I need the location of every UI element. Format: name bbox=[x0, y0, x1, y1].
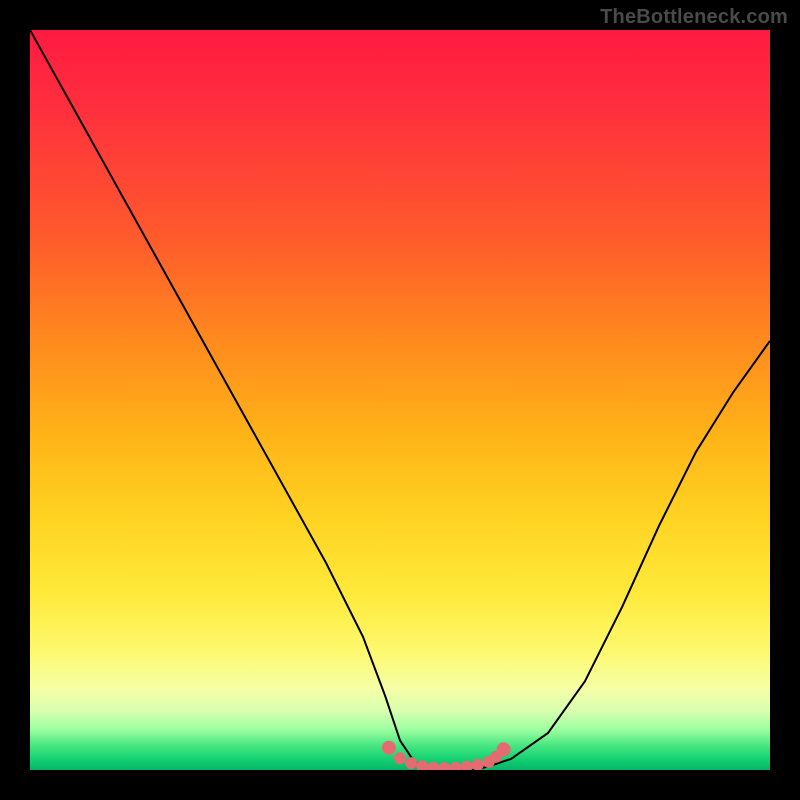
valley-marker-dot bbox=[438, 762, 450, 770]
valley-marker-dot bbox=[382, 741, 396, 755]
valley-marker-group bbox=[382, 741, 511, 770]
valley-marker-dot bbox=[497, 742, 511, 756]
watermark-text: TheBottleneck.com bbox=[600, 6, 788, 29]
bottleneck-curve-path bbox=[30, 30, 770, 770]
valley-marker-dot bbox=[405, 757, 417, 769]
chart-stage: TheBottleneck.com bbox=[0, 0, 800, 800]
valley-marker-dot bbox=[394, 752, 406, 764]
plot-area bbox=[30, 30, 770, 770]
valley-marker-dot bbox=[450, 762, 462, 770]
curve-layer bbox=[30, 30, 770, 770]
valley-marker-dot bbox=[472, 759, 484, 770]
valley-marker-dot bbox=[461, 761, 473, 770]
valley-marker-dot bbox=[416, 760, 428, 770]
valley-marker-dot bbox=[427, 762, 439, 770]
